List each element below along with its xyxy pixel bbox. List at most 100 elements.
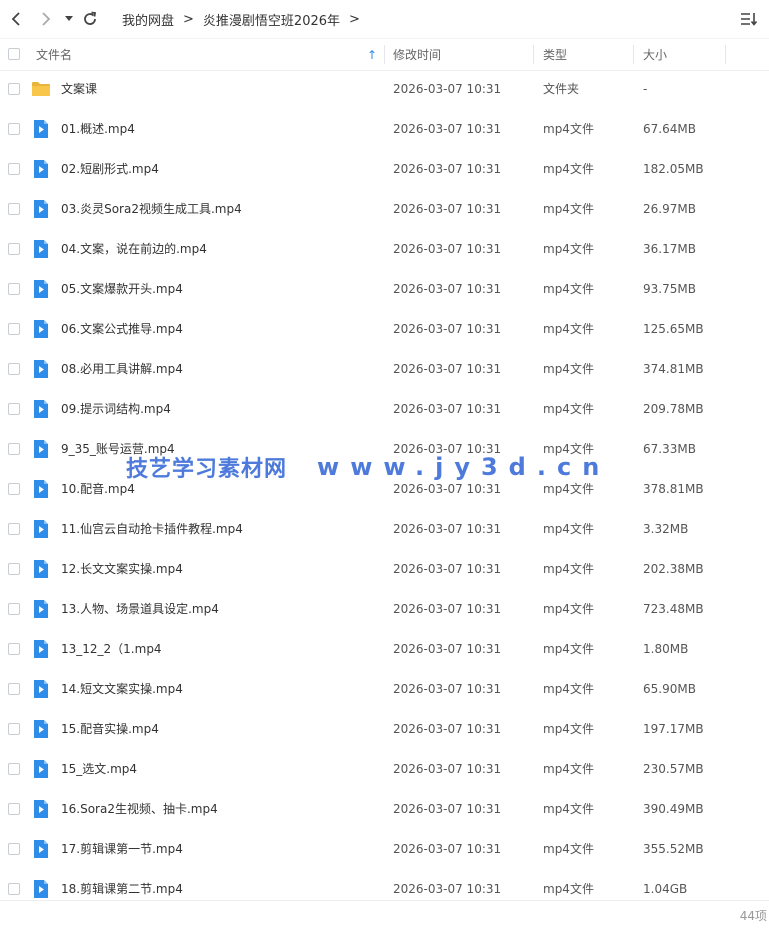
file-row[interactable]: 13_12_2（1.mp4 2026-03-07 10:31 mp4文件 1.80MB bbox=[0, 629, 769, 669]
column-divider[interactable] bbox=[533, 45, 534, 64]
file-size: 374.81MB bbox=[643, 362, 704, 376]
file-type: mp4文件 bbox=[543, 482, 594, 496]
column-header-size[interactable]: 大小 bbox=[643, 39, 723, 70]
file-row[interactable]: 13.人物、场景道具设定.mp4 2026-03-07 10:31 mp4文件 723… bbox=[0, 589, 769, 629]
file-modified: 2026-03-07 10:31 bbox=[393, 82, 502, 96]
file-type: mp4文件 bbox=[543, 162, 594, 176]
row-checkbox[interactable] bbox=[8, 883, 20, 895]
file-type: mp4文件 bbox=[543, 682, 594, 696]
video-file-icon bbox=[31, 199, 51, 219]
column-header-type[interactable]: 类型 bbox=[543, 39, 633, 70]
file-size: 26.97MB bbox=[643, 202, 696, 216]
file-modified: 2026-03-07 10:31 bbox=[393, 602, 502, 616]
video-file-icon bbox=[31, 519, 51, 539]
breadcrumb-item-current[interactable]: 炎推漫剧悟空班2026年 bbox=[203, 10, 340, 29]
file-modified: 2026-03-07 10:31 bbox=[393, 122, 502, 136]
file-row[interactable]: 15_选文.mp4 2026-03-07 10:31 mp4文件 230.57MB bbox=[0, 749, 769, 789]
file-row[interactable]: 09.提示词结构.mp4 2026-03-07 10:31 mp4文件 209.78M… bbox=[0, 389, 769, 429]
file-name: 09.提示词结构.mp4 bbox=[61, 402, 171, 416]
file-row[interactable]: 05.文案爆款开头.mp4 2026-03-07 10:31 mp4文件 93.75M… bbox=[0, 269, 769, 309]
forward-button[interactable] bbox=[36, 8, 56, 30]
row-checkbox[interactable] bbox=[8, 323, 20, 335]
column-divider[interactable] bbox=[633, 45, 634, 64]
status-bar: 44项 bbox=[0, 900, 769, 936]
file-row[interactable]: 06.文案公式推导.mp4 2026-03-07 10:31 mp4文件 125.65… bbox=[0, 309, 769, 349]
file-row[interactable]: 17.剪辑课第一节.mp4 2026-03-07 10:31 mp4文件 355.52… bbox=[0, 829, 769, 869]
file-type: mp4文件 bbox=[543, 642, 594, 656]
refresh-icon bbox=[84, 11, 97, 25]
file-row[interactable]: 08.必用工具讲解.mp4 2026-03-07 10:31 mp4文件 374.81… bbox=[0, 349, 769, 389]
file-name: 04.文案，说在前边的.mp4 bbox=[61, 242, 207, 256]
file-type: mp4文件 bbox=[543, 602, 594, 616]
breadcrumb-item-root[interactable]: 我的网盘 bbox=[122, 10, 174, 29]
row-checkbox[interactable] bbox=[8, 843, 20, 855]
row-checkbox[interactable] bbox=[8, 803, 20, 815]
file-modified: 2026-03-07 10:31 bbox=[393, 562, 502, 576]
file-row[interactable]: 文案课 2026-03-07 10:31 文件夹 - bbox=[0, 69, 769, 109]
file-row[interactable]: 9_35_账号运营.mp4 2026-03-07 10:31 mp4文件 67.33M… bbox=[0, 429, 769, 469]
row-checkbox[interactable] bbox=[8, 203, 20, 215]
file-row[interactable]: 16.Sora2生视频、抽卡.mp4 2026-03-07 10:31 mp4文件 3… bbox=[0, 789, 769, 829]
video-file-icon bbox=[31, 879, 51, 899]
file-modified: 2026-03-07 10:31 bbox=[393, 842, 502, 856]
video-file-icon bbox=[31, 439, 51, 459]
list-sort-icon bbox=[741, 13, 758, 26]
row-checkbox[interactable] bbox=[8, 403, 20, 415]
video-file-icon bbox=[31, 359, 51, 379]
row-checkbox[interactable] bbox=[8, 763, 20, 775]
column-type-label: 类型 bbox=[543, 48, 568, 62]
video-file-icon bbox=[31, 239, 51, 259]
file-name: 15_选文.mp4 bbox=[61, 762, 138, 776]
row-checkbox[interactable] bbox=[8, 683, 20, 695]
file-row[interactable]: 01.概述.mp4 2026-03-07 10:31 mp4文件 67.64MB bbox=[0, 109, 769, 149]
select-all-checkbox[interactable] bbox=[8, 48, 20, 60]
row-checkbox[interactable] bbox=[8, 563, 20, 575]
file-row[interactable]: 03.炎灵Sora2视频生成工具.mp4 2026-03-07 10:31 mp4文… bbox=[0, 189, 769, 229]
file-name: 01.概述.mp4 bbox=[61, 122, 135, 136]
video-file-icon bbox=[31, 399, 51, 419]
file-row[interactable]: 02.短剧形式.mp4 2026-03-07 10:31 mp4文件 182.05MB bbox=[0, 149, 769, 189]
row-checkbox[interactable] bbox=[8, 123, 20, 135]
file-type: mp4文件 bbox=[543, 122, 594, 136]
row-checkbox[interactable] bbox=[8, 603, 20, 615]
chevron-right-icon bbox=[42, 12, 51, 26]
refresh-button[interactable] bbox=[80, 8, 100, 30]
column-header: 文件名 ↑ 修改时间 类型 大小 bbox=[0, 38, 769, 71]
file-row[interactable]: 10.配音.mp4 2026-03-07 10:31 mp4文件 378.81MB bbox=[0, 469, 769, 509]
row-checkbox[interactable] bbox=[8, 523, 20, 535]
row-checkbox[interactable] bbox=[8, 163, 20, 175]
sort-ascending-icon: ↑ bbox=[366, 47, 377, 62]
video-file-icon bbox=[31, 759, 51, 779]
back-button[interactable] bbox=[6, 8, 26, 30]
file-size: 355.52MB bbox=[643, 842, 704, 856]
row-checkbox[interactable] bbox=[8, 483, 20, 495]
file-size: 182.05MB bbox=[643, 162, 704, 176]
row-checkbox[interactable] bbox=[8, 283, 20, 295]
video-file-icon bbox=[31, 319, 51, 339]
history-dropdown-button[interactable] bbox=[60, 8, 78, 30]
row-checkbox[interactable] bbox=[8, 443, 20, 455]
file-size: - bbox=[643, 82, 648, 96]
file-row[interactable]: 15.配音实操.mp4 2026-03-07 10:31 mp4文件 197.17MB bbox=[0, 709, 769, 749]
breadcrumb-separator: > bbox=[183, 11, 194, 27]
file-row[interactable]: 12.长文文案实操.mp4 2026-03-07 10:31 mp4文件 202.38… bbox=[0, 549, 769, 589]
file-row[interactable]: 14.短文文案实操.mp4 2026-03-07 10:31 mp4文件 65.90M… bbox=[0, 669, 769, 709]
file-modified: 2026-03-07 10:31 bbox=[393, 362, 502, 376]
column-divider[interactable] bbox=[725, 45, 726, 64]
row-checkbox[interactable] bbox=[8, 243, 20, 255]
file-row[interactable]: 11.仙宫云自动抢卡插件教程.mp4 2026-03-07 10:31 mp4文件 3… bbox=[0, 509, 769, 549]
column-header-name[interactable]: 文件名 ↑ bbox=[36, 39, 381, 70]
column-modified-label: 修改时间 bbox=[393, 48, 442, 62]
file-type: mp4文件 bbox=[543, 202, 594, 216]
row-checkbox[interactable] bbox=[8, 363, 20, 375]
row-checkbox[interactable] bbox=[8, 723, 20, 735]
column-header-modified[interactable]: 修改时间 bbox=[393, 39, 533, 70]
file-name: 17.剪辑课第一节.mp4 bbox=[61, 842, 183, 856]
column-divider[interactable] bbox=[384, 45, 385, 64]
sort-menu-button[interactable] bbox=[739, 10, 761, 28]
row-checkbox[interactable] bbox=[8, 83, 20, 95]
video-file-icon bbox=[31, 559, 51, 579]
video-file-icon bbox=[31, 479, 51, 499]
row-checkbox[interactable] bbox=[8, 643, 20, 655]
file-row[interactable]: 04.文案，说在前边的.mp4 2026-03-07 10:31 mp4文件 36.1… bbox=[0, 229, 769, 269]
